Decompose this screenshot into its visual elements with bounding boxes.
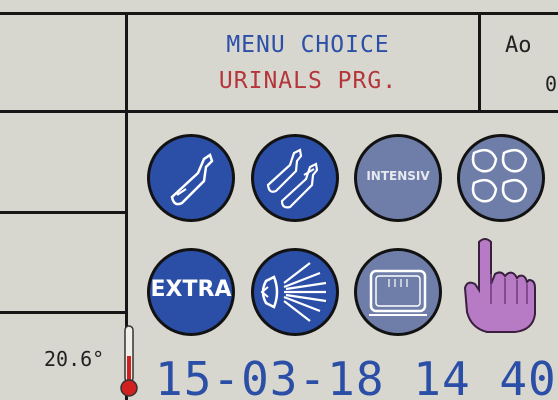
program-extra-button[interactable]: EXTRA	[147, 248, 235, 336]
program-single-flush-button[interactable]	[147, 134, 235, 222]
program-intensiv-button[interactable]: INTENSIV	[354, 134, 442, 222]
program-display-button[interactable]	[354, 248, 442, 336]
hour-value: 14	[413, 352, 471, 400]
menu-subtitle: URINALS PRG.	[218, 68, 398, 94]
program-intensiv-label: INTENSIV	[366, 169, 430, 183]
program-spray-button[interactable]	[251, 248, 339, 336]
minute-value: 40	[499, 352, 557, 400]
spray-nozzle-icon	[260, 262, 327, 322]
urinal-single-icon	[170, 153, 214, 206]
water-drops-icon	[471, 148, 528, 203]
program-extra-label: EXTRA	[150, 277, 232, 302]
temperature-readout: 20.6°	[44, 347, 105, 371]
panel-screen: MENU CHOICE URINALS PRG. Ao 0 INTENSIV E…	[0, 0, 558, 400]
urinal-double-icon	[266, 148, 319, 209]
menu-title: MENU CHOICE	[226, 32, 390, 58]
corner-value: 0	[545, 72, 558, 96]
corner-label: Ao	[505, 33, 532, 58]
thermometer-icon	[120, 325, 138, 397]
date-value: 15-03-18	[155, 352, 385, 400]
grid-line	[0, 110, 558, 113]
grid-line	[0, 211, 128, 214]
grid-line	[0, 12, 558, 15]
grid-line	[0, 311, 128, 314]
program-drops-button[interactable]	[457, 134, 545, 222]
screen-icon	[369, 269, 427, 316]
pointing-hand-icon[interactable]	[455, 234, 545, 336]
grid-line	[478, 12, 481, 112]
date-time-display: 15-03-18 14 40	[155, 352, 557, 400]
program-double-flush-button[interactable]	[251, 134, 339, 222]
